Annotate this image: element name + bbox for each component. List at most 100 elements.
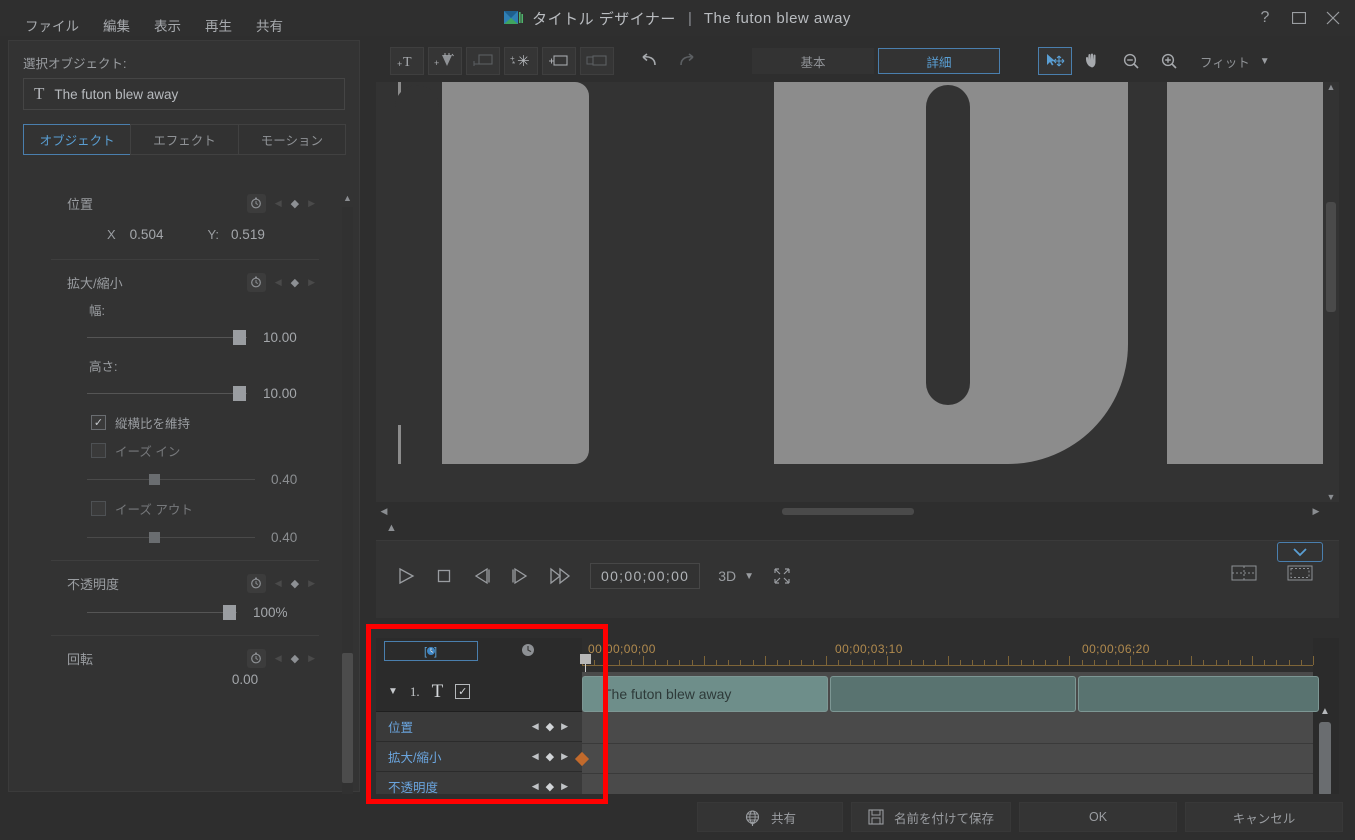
save-as-button[interactable]: 名前を付けて保存 — [851, 802, 1011, 832]
zoom-in-icon[interactable] — [1152, 47, 1186, 75]
tab-object[interactable]: オブジェクト — [23, 124, 132, 155]
timeline-scroll-up-icon[interactable]: ▲ — [1315, 706, 1335, 717]
timeline-clip-1[interactable] — [830, 676, 1076, 712]
scale-stopwatch-icon[interactable] — [246, 272, 266, 292]
canvas-scroll-up-icon[interactable]: ▲ — [1323, 82, 1339, 92]
rotation-prev-keyframe-icon[interactable]: ◀ — [275, 653, 282, 664]
timeline-scale-next-keyframe-icon[interactable]: ▶ — [561, 751, 568, 762]
timecode-field[interactable]: 00;00;00;00 — [590, 563, 701, 589]
add-graphic-icon[interactable]: + — [428, 47, 462, 75]
title-safe-icon[interactable] — [1287, 563, 1313, 583]
canvas-scroll-left-icon[interactable]: ◀ — [376, 506, 392, 517]
previous-frame-icon[interactable] — [472, 566, 492, 586]
timeline-ruler[interactable]: 00;00;00;00 00;00;03;10 00;00;06;20 — [580, 638, 1314, 672]
ease-out-value[interactable]: 0.40 — [271, 530, 297, 545]
ease-out-checkbox[interactable] — [91, 500, 106, 516]
hand-icon[interactable] — [1076, 47, 1110, 75]
ease-in-checkbox[interactable] — [91, 442, 106, 458]
opacity-stopwatch-icon[interactable] — [246, 573, 266, 593]
timeline-clip-0[interactable]: The futon blew away — [582, 676, 828, 712]
ok-button[interactable]: OK — [1019, 802, 1177, 832]
add-frame-icon[interactable] — [542, 47, 576, 75]
scale-height-slider-thumb[interactable] — [233, 385, 246, 401]
rotation-next-keyframe-icon[interactable]: ▶ — [308, 653, 315, 664]
timeline-lane-position[interactable] — [582, 714, 1313, 744]
timeline-keyframe-tab[interactable]: [] — [384, 641, 478, 661]
menu-item-edit[interactable]: 編集 — [92, 10, 141, 40]
scale-width-value[interactable]: 10.00 — [263, 330, 297, 345]
timeline-clip-2[interactable] — [1078, 676, 1319, 712]
timeline-opacity-add-keyframe-icon[interactable]: ◆ — [546, 780, 554, 793]
menu-item-view[interactable]: 表示 — [143, 10, 192, 40]
timeline-scale-add-keyframe-icon[interactable]: ◆ — [546, 750, 554, 763]
left-scroll-thumb[interactable] — [342, 653, 353, 783]
timeline-position-next-keyframe-icon[interactable]: ▶ — [561, 721, 568, 732]
maximize-button[interactable] — [1283, 3, 1315, 33]
help-button[interactable]: ? — [1249, 3, 1281, 33]
select-move-icon[interactable] — [1038, 47, 1072, 75]
ease-out-row[interactable]: イーズ アウト — [19, 494, 351, 522]
position-next-keyframe-icon[interactable]: ▶ — [308, 198, 315, 209]
canvas-scroll-right-icon[interactable]: ▶ — [1308, 506, 1324, 517]
next-frame-icon[interactable] — [510, 566, 530, 586]
mode-basic-button[interactable]: 基本 — [752, 48, 874, 74]
scale-width-slider[interactable] — [87, 329, 247, 345]
add-text-icon[interactable]: T + — [390, 47, 424, 75]
opacity-next-keyframe-icon[interactable]: ▶ — [308, 578, 315, 589]
menu-item-playback[interactable]: 再生 — [194, 10, 243, 40]
playhead-knob[interactable] — [580, 654, 591, 664]
canvas-horizontal-scrollbar[interactable]: ◀ ▶ — [376, 502, 1324, 520]
close-button[interactable] — [1317, 3, 1349, 33]
opacity-slider-thumb[interactable] — [223, 604, 236, 620]
safe-area-icon[interactable] — [1231, 563, 1257, 583]
keep-aspect-checkbox[interactable]: ✓ — [91, 414, 106, 430]
timeline-scale-prev-keyframe-icon[interactable]: ◀ — [532, 751, 539, 762]
scale-next-keyframe-icon[interactable]: ▶ — [308, 277, 315, 288]
stop-icon[interactable] — [434, 566, 454, 586]
ease-out-slider[interactable] — [87, 531, 255, 543]
position-x-value[interactable]: 0.504 — [130, 227, 164, 242]
canvas-scroll-thumb-v[interactable] — [1326, 202, 1336, 312]
left-scroll-up-icon[interactable]: ▲ — [341, 193, 354, 203]
opacity-add-keyframe-icon[interactable]: ◆ — [291, 577, 299, 590]
timeline-lane-scale[interactable] — [574, 744, 1313, 774]
timeline-param-row-position[interactable]: 位置 ◀ ◆ ▶ — [376, 712, 582, 742]
tab-motion[interactable]: モーション — [237, 124, 346, 155]
cancel-button[interactable]: キャンセル — [1185, 802, 1343, 832]
panel-expand-button[interactable] — [1277, 542, 1323, 562]
play-icon[interactable] — [396, 566, 416, 586]
timeline-position-add-keyframe-icon[interactable]: ◆ — [546, 720, 554, 733]
scale-height-slider[interactable] — [87, 385, 247, 401]
position-stopwatch-icon[interactable] — [246, 193, 266, 213]
tab-effect[interactable]: エフェクト — [130, 124, 239, 155]
ease-in-value[interactable]: 0.40 — [271, 472, 297, 487]
timeline-opacity-prev-keyframe-icon[interactable]: ◀ — [532, 781, 539, 792]
left-panel-scrollbar[interactable]: ▲ ▼ — [341, 193, 354, 813]
mode-3d-dropdown[interactable]: 3D ▼ — [718, 568, 754, 584]
fullscreen-icon[interactable] — [772, 566, 792, 586]
add-particle-icon[interactable]: ✳ + * — [504, 47, 538, 75]
position-y-value[interactable]: 0.519 — [231, 227, 265, 242]
share-button[interactable]: 共有 — [697, 802, 843, 832]
undo-icon[interactable] — [632, 47, 666, 75]
position-add-keyframe-icon[interactable]: ◆ — [291, 197, 299, 210]
keep-aspect-row[interactable]: ✓ 縦横比を維持 — [19, 408, 351, 436]
object-expand-caret-icon[interactable]: ▼ — [388, 686, 398, 697]
scale-width-slider-thumb[interactable] — [233, 329, 246, 345]
timeline-opacity-next-keyframe-icon[interactable]: ▶ — [561, 781, 568, 792]
canvas-scroll-thumb-h[interactable] — [782, 507, 914, 515]
ease-in-slider-thumb[interactable] — [149, 473, 160, 485]
timeline-position-prev-keyframe-icon[interactable]: ◀ — [532, 721, 539, 732]
mode-3d-caret-icon[interactable]: ▼ — [744, 571, 754, 582]
canvas-scroll-gutter-h[interactable] — [392, 507, 1308, 515]
timeline-scroll-thumb[interactable] — [1319, 722, 1331, 796]
ease-out-slider-thumb[interactable] — [149, 531, 160, 543]
timeline-clock-icon[interactable] — [520, 642, 536, 663]
menu-item-file[interactable]: ファイル — [14, 10, 90, 40]
canvas-scroll-down-icon[interactable]: ▼ — [1323, 492, 1339, 502]
timeline-object-row[interactable]: ▼ 1. T ✓ — [376, 672, 582, 712]
timeline-param-row-scale[interactable]: 拡大/縮小 ◀ ◆ ▶ — [376, 742, 582, 772]
rotation-stopwatch-icon[interactable] — [246, 648, 266, 668]
scale-add-keyframe-icon[interactable]: ◆ — [291, 276, 299, 289]
rotation-add-keyframe-icon[interactable]: ◆ — [291, 652, 299, 665]
